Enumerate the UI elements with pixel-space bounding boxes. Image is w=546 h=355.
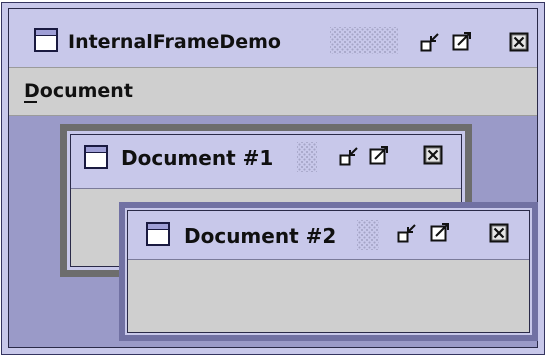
iconify-icon[interactable]	[420, 31, 440, 53]
main-window-title: InternalFrameDemo	[68, 31, 281, 53]
maximize-icon[interactable]	[430, 222, 450, 244]
title-bar-grip	[330, 27, 398, 54]
document-2-title: Document #2	[184, 224, 337, 248]
iconify-icon[interactable]	[339, 145, 359, 167]
document-2-content	[128, 259, 529, 332]
window-icon[interactable]	[34, 28, 60, 54]
window-icon[interactable]	[84, 145, 110, 171]
title-bar-grip	[357, 220, 379, 250]
document-1-title: Document #1	[121, 146, 274, 170]
maximize-icon[interactable]	[369, 145, 389, 167]
menu-document[interactable]: Document	[24, 80, 133, 102]
iconify-icon[interactable]	[397, 222, 417, 244]
maximize-icon[interactable]	[452, 31, 472, 53]
title-bar-grip	[297, 142, 317, 172]
close-icon[interactable]	[509, 32, 530, 53]
close-icon[interactable]	[423, 145, 444, 166]
close-icon[interactable]	[489, 223, 510, 244]
menu-mnemonic-underline	[24, 101, 37, 103]
window-icon[interactable]	[146, 222, 172, 248]
